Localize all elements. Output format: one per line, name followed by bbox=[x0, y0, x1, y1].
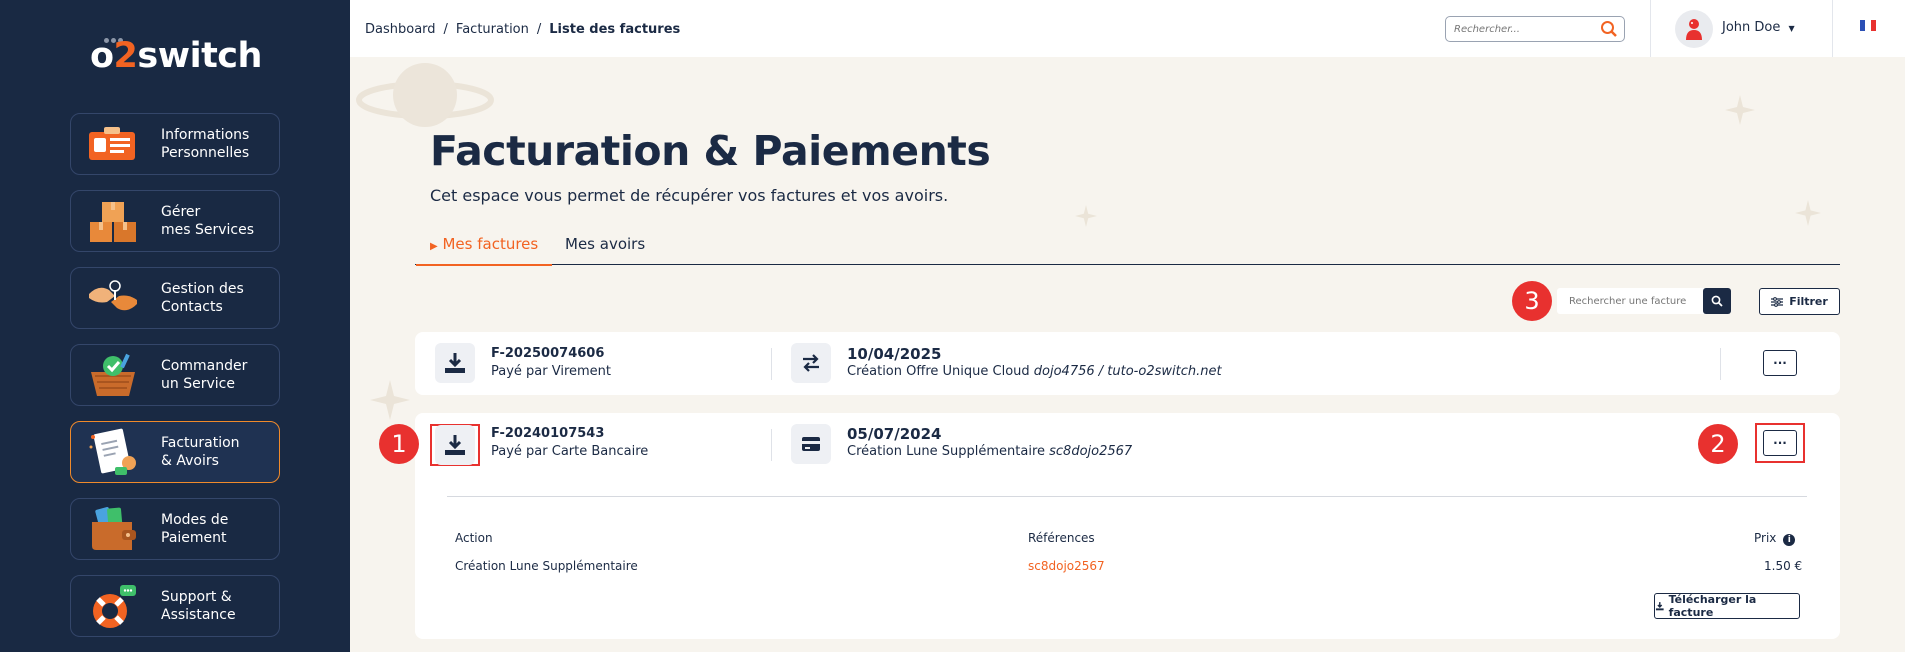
id-card-icon bbox=[83, 119, 143, 169]
caret-down-icon: ▼ bbox=[1788, 24, 1795, 33]
sidebar-item-modes-paiement[interactable]: Modes de Paiement bbox=[70, 498, 280, 560]
download-icon bbox=[445, 435, 465, 455]
top-search-box bbox=[1445, 16, 1625, 42]
boxes-icon bbox=[83, 196, 143, 246]
invoice-search-input[interactable] bbox=[1557, 288, 1705, 314]
star-decoration bbox=[370, 380, 410, 424]
sidebar-item-facturation-avoirs[interactable]: Facturation & Avoirs bbox=[70, 421, 280, 483]
sidebar-item-gestion-contacts[interactable]: Gestion des Contacts bbox=[70, 267, 280, 329]
download-icon bbox=[1655, 602, 1664, 611]
details-header-action: Action bbox=[455, 531, 493, 545]
more-options-button[interactable]: ··· bbox=[1763, 430, 1797, 456]
details-reference-link[interactable]: sc8dojo2567 bbox=[1028, 559, 1105, 573]
tab-mes-avoirs[interactable]: Mes avoirs bbox=[565, 235, 645, 253]
invoice-search-button[interactable] bbox=[1703, 288, 1731, 314]
invoice-search-box bbox=[1557, 288, 1731, 314]
details-divider bbox=[447, 496, 1807, 497]
star-decoration bbox=[1725, 95, 1755, 129]
sliders-icon bbox=[1771, 296, 1784, 307]
page-title: Facturation & Paiements bbox=[430, 127, 991, 175]
annotation-badge-1: 1 bbox=[379, 424, 419, 464]
lifebuoy-icon bbox=[83, 581, 143, 631]
invoice-number: F-20240107543 bbox=[491, 426, 605, 441]
tab-mes-factures[interactable]: ▶ Mes factures bbox=[415, 235, 553, 266]
invoice-date: 05/07/2024 bbox=[847, 425, 942, 443]
sidebar-item-gerer-services[interactable]: Gérer mes Services bbox=[70, 190, 280, 252]
card-divider bbox=[771, 429, 772, 461]
card-divider bbox=[1720, 348, 1721, 380]
tabs: ▶ Mes factures Mes avoirs bbox=[415, 225, 1840, 266]
breadcrumb-facturation[interactable]: Facturation bbox=[456, 22, 529, 37]
details-price-value: 1.50 € bbox=[1764, 559, 1803, 573]
sidebar-item-commander-service[interactable]: Commander un Service bbox=[70, 344, 280, 406]
breadcrumb: Dashboard / Facturation / Liste des factures bbox=[365, 22, 681, 37]
caret-right-icon: ▶ bbox=[430, 241, 438, 252]
annotation-badge-3: 3 bbox=[1512, 281, 1552, 321]
download-invoice-button[interactable] bbox=[435, 425, 475, 465]
invoice-description: Création Lune Supplémentaire sc8dojo2567 bbox=[847, 444, 1133, 459]
invoice-description: Création Offre Unique Cloud dojo4756 / t… bbox=[847, 364, 1222, 379]
more-options-button[interactable]: ··· bbox=[1763, 350, 1797, 376]
basket-icon bbox=[83, 350, 143, 400]
search-icon[interactable] bbox=[1600, 20, 1618, 42]
download-icon bbox=[445, 353, 465, 373]
info-icon[interactable]: i bbox=[1783, 534, 1796, 546]
invoice-date: 10/04/2025 bbox=[847, 345, 942, 363]
user-menu[interactable]: John Doe ▼ bbox=[1722, 20, 1795, 35]
handshake-icon bbox=[83, 273, 143, 323]
invoice-number: F-20250074606 bbox=[491, 346, 605, 361]
breadcrumb-current: Liste des factures bbox=[549, 22, 681, 37]
page-subtitle: Cet espace vous permet de récupérer vos … bbox=[430, 186, 949, 205]
topbar-divider bbox=[1650, 0, 1651, 57]
credit-card-icon bbox=[791, 424, 831, 464]
french-flag-icon[interactable] bbox=[1860, 20, 1876, 31]
breadcrumb-dashboard[interactable]: Dashboard bbox=[365, 22, 436, 37]
card-divider bbox=[771, 348, 772, 380]
telecharger-facture-button[interactable]: Télécharger la facture bbox=[1654, 593, 1800, 619]
sidebar: o2switch Informations Personnelles Gérer… bbox=[0, 0, 350, 652]
download-invoice-button[interactable] bbox=[435, 343, 475, 383]
top-search-input[interactable] bbox=[1446, 17, 1586, 42]
filter-button[interactable]: Filtrer bbox=[1759, 288, 1840, 315]
avatar[interactable] bbox=[1675, 10, 1713, 48]
invoice-payment-method: Payé par Virement bbox=[491, 364, 612, 379]
transfer-icon bbox=[791, 343, 831, 383]
search-icon bbox=[1711, 295, 1723, 307]
details-header-price: Prix i bbox=[1754, 531, 1796, 546]
invoice-payment-method: Payé par Carte Bancaire bbox=[491, 444, 649, 459]
invoice-icon bbox=[83, 427, 143, 477]
details-header-references: Références bbox=[1028, 531, 1095, 545]
annotation-badge-2: 2 bbox=[1698, 424, 1738, 464]
top-bar: Dashboard / Facturation / Liste des factures… bbox=[350, 0, 1905, 57]
topbar-divider bbox=[1832, 0, 1833, 57]
wallet-icon bbox=[83, 504, 143, 554]
username: John Doe bbox=[1722, 20, 1781, 35]
o2switch-logo[interactable]: o2switch bbox=[90, 36, 262, 76]
sidebar-item-support-assistance[interactable]: Support & Assistance bbox=[70, 575, 280, 637]
sidebar-item-informations-personnelles[interactable]: Informations Personnelles bbox=[70, 113, 280, 175]
details-action-value: Création Lune Supplémentaire bbox=[455, 559, 638, 573]
